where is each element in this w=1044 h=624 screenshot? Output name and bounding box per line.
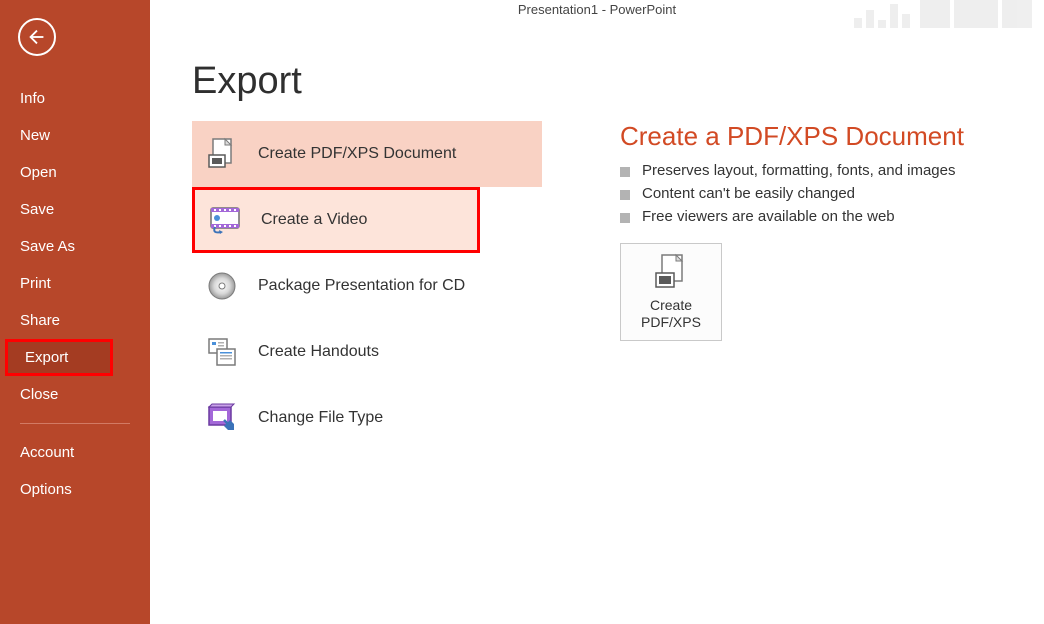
handouts-icon [200, 336, 244, 368]
nav-info[interactable]: Info [0, 80, 150, 117]
back-button[interactable] [18, 18, 56, 56]
cd-icon [200, 270, 244, 302]
option-package-cd[interactable]: Package Presentation for CD [192, 253, 582, 319]
nav-print[interactable]: Print [0, 265, 150, 302]
nav-options[interactable]: Options [0, 471, 150, 508]
detail-panel: Create a PDF/XPS Document Preserves layo… [582, 121, 1044, 451]
pdf-xps-icon [200, 137, 244, 171]
option-video-label: Create a Video [247, 211, 367, 229]
option-create-pdf-xps[interactable]: Create PDF/XPS Document [192, 121, 542, 187]
create-pdf-xps-label-line1: Create [650, 297, 692, 315]
nav-divider [20, 423, 130, 424]
detail-title: Create a PDF/XPS Document [620, 121, 1044, 152]
nav-account[interactable]: Account [0, 434, 150, 471]
option-filetype-label: Change File Type [244, 409, 383, 427]
nav-close[interactable]: Close [0, 376, 150, 413]
nav-export[interactable]: Export [5, 339, 113, 376]
detail-point: Free viewers are available on the web [620, 208, 1044, 225]
app-window: Info New Open Save Save As Print Share E… [0, 0, 1044, 624]
bullet-icon [620, 213, 630, 223]
bullet-icon [620, 190, 630, 200]
create-pdf-xps-label-line2: PDF/XPS [641, 314, 701, 332]
nav-save[interactable]: Save [0, 191, 150, 228]
decor-bars [854, 0, 1034, 28]
detail-point: Content can't be easily changed [620, 185, 1044, 202]
main-panel: Presentation1 - PowerPoint Export [150, 0, 1044, 624]
content-row: Create PDF/XPS Document [150, 121, 1044, 451]
bullet-icon [620, 167, 630, 177]
export-options-list: Create PDF/XPS Document [192, 121, 582, 451]
detail-point-text: Preserves layout, formatting, fonts, and… [642, 162, 955, 179]
nav-share[interactable]: Share [0, 302, 150, 339]
nav-save-as[interactable]: Save As [0, 228, 150, 265]
option-create-video[interactable]: Create a Video [192, 187, 480, 253]
detail-point-text: Content can't be easily changed [642, 185, 855, 202]
nav-list: Info New Open Save Save As Print Share E… [0, 80, 150, 508]
option-create-handouts[interactable]: Create Handouts [192, 319, 582, 385]
option-change-file-type[interactable]: Change File Type [192, 385, 582, 451]
back-arrow-icon [26, 26, 48, 48]
option-pdf-xps-label: Create PDF/XPS Document [244, 145, 456, 163]
detail-point-text: Free viewers are available on the web [642, 208, 895, 225]
video-icon [203, 206, 247, 234]
option-handouts-label: Create Handouts [244, 343, 379, 361]
file-type-icon [200, 402, 244, 434]
create-pdf-xps-icon [654, 253, 688, 291]
create-pdf-xps-button[interactable]: Create PDF/XPS [620, 243, 722, 341]
nav-new[interactable]: New [0, 117, 150, 154]
nav-open[interactable]: Open [0, 154, 150, 191]
option-package-label: Package Presentation for CD [244, 277, 465, 295]
backstage-sidebar: Info New Open Save Save As Print Share E… [0, 0, 150, 624]
detail-point: Preserves layout, formatting, fonts, and… [620, 162, 1044, 179]
detail-list: Preserves layout, formatting, fonts, and… [620, 162, 1044, 225]
